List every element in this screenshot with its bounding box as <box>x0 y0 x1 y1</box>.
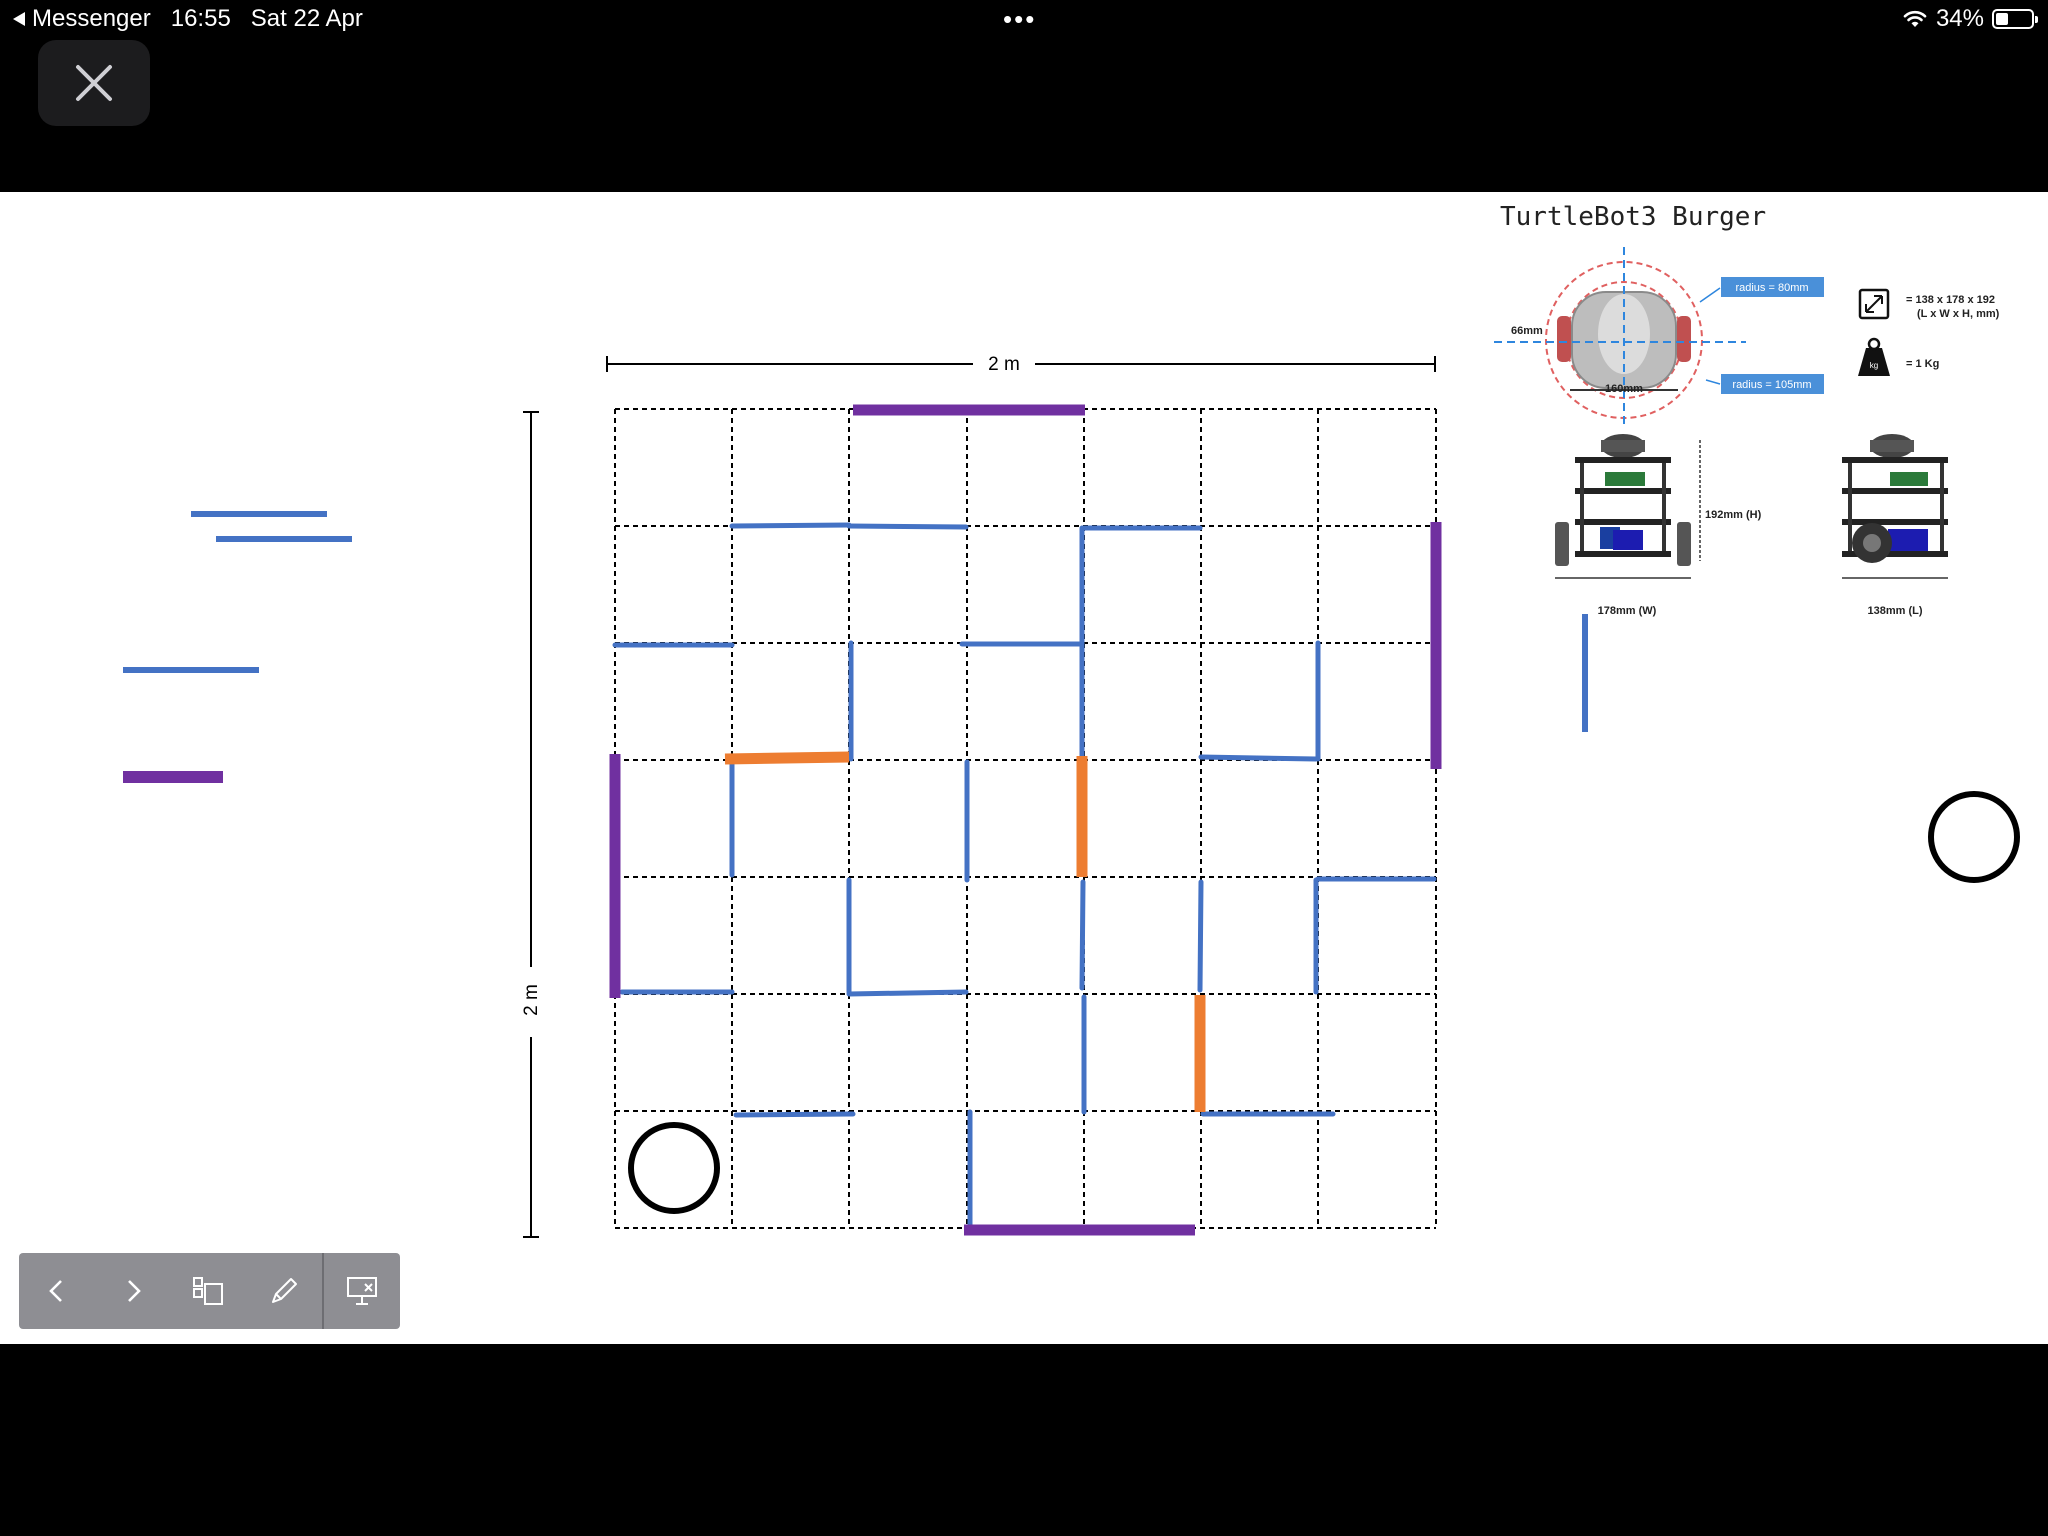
radius-large-label: radius = 105mm <box>1732 379 1811 391</box>
height-label: 192mm (H) <box>1705 509 1762 521</box>
blue-wall <box>846 989 969 997</box>
status-bar: Messenger 16:55 Sat 22 Apr ••• 34% <box>0 0 2048 40</box>
dimensions-spec: = 138 x 178 x 192 (L x W x H, mm) <box>1858 288 2000 320</box>
radius-small-label: radius = 80mm <box>1735 282 1808 294</box>
weight-icon-label: kg <box>1870 361 1878 370</box>
dimensions-line2: (L x W x H, mm) <box>1917 308 2000 320</box>
robot-front-view: 192mm (H) 178mm (W) <box>1555 434 1762 617</box>
side-dimension-label: 2 m <box>521 984 542 1016</box>
back-to-app-link[interactable]: Messenger <box>12 5 151 33</box>
next-slide-button[interactable] <box>95 1253 171 1329</box>
weight-label: = 1 Kg <box>1906 358 1939 370</box>
blue-wall <box>846 523 969 530</box>
weight-spec: kg = 1 Kg <box>1858 337 1939 376</box>
blue-wall <box>733 1111 856 1118</box>
blue-wall <box>729 522 852 529</box>
maze-grid <box>614 408 1437 1229</box>
blue-wall <box>1197 879 1204 993</box>
top-dimension-label: 2 m <box>988 354 1020 375</box>
robot-goal-circle <box>1928 791 2020 883</box>
previous-slide-button[interactable] <box>19 1253 95 1329</box>
slides-overview-icon <box>193 1277 224 1305</box>
maze-purple-walls <box>609 404 1442 1236</box>
length-label: 138mm (L) <box>1867 605 1922 617</box>
annotate-pen-button[interactable] <box>246 1253 322 1329</box>
close-button[interactable] <box>38 40 150 126</box>
width-160-label: 160mm <box>1605 383 1643 395</box>
chevron-right-icon <box>127 1280 141 1302</box>
close-icon <box>76 65 112 101</box>
slides-overview-button[interactable] <box>171 1253 247 1329</box>
loose-wall-pieces <box>123 511 1588 783</box>
top-dimension: 2 m <box>606 354 1436 375</box>
turtlebot-spec-graphic: TurtleBot3 Burger 160mm 66mm radius = 80… <box>1494 202 2000 617</box>
presentation-slide: 2 m 2 m TurtleBot3 Burger 160mm 66mm rad… <box>0 192 2048 1344</box>
dimensions-line1: = 138 x 178 x 192 <box>1906 294 1995 306</box>
width-66-label: 66mm <box>1511 325 1543 337</box>
maze-blue-walls <box>612 522 1437 1229</box>
battery-percent: 34% <box>1935 5 1984 32</box>
blue-wall <box>1079 879 1086 991</box>
chevron-left-icon <box>49 1280 62 1302</box>
side-dimension: 2 m <box>521 411 542 1238</box>
back-app-label: Messenger <box>32 5 151 32</box>
turtlebot-title: TurtleBot3 Burger <box>1500 202 1766 232</box>
presentation-toolbar <box>19 1253 400 1329</box>
status-date: Sat 22 Apr <box>250 5 363 32</box>
blue-wall <box>1198 754 1319 762</box>
status-time: 16:55 <box>170 5 231 32</box>
multitasking-dots[interactable]: ••• <box>1003 6 1036 32</box>
robot-top-view: 160mm 66mm radius = 80mm radius = 105mm <box>1494 247 1824 427</box>
robot-side-view: 138mm (L) <box>1842 434 1948 617</box>
maze-orange-walls <box>724 751 1206 1112</box>
width-label: 178mm (W) <box>1598 605 1657 617</box>
orange-wall <box>724 751 850 765</box>
robot-start-circle <box>628 1122 720 1214</box>
end-presentation-icon <box>347 1277 378 1305</box>
wifi-icon <box>1903 10 1927 27</box>
battery-icon <box>1992 9 2038 29</box>
back-triangle-icon <box>13 12 25 26</box>
pen-icon <box>272 1278 298 1303</box>
end-presentation-button[interactable] <box>324 1253 400 1329</box>
